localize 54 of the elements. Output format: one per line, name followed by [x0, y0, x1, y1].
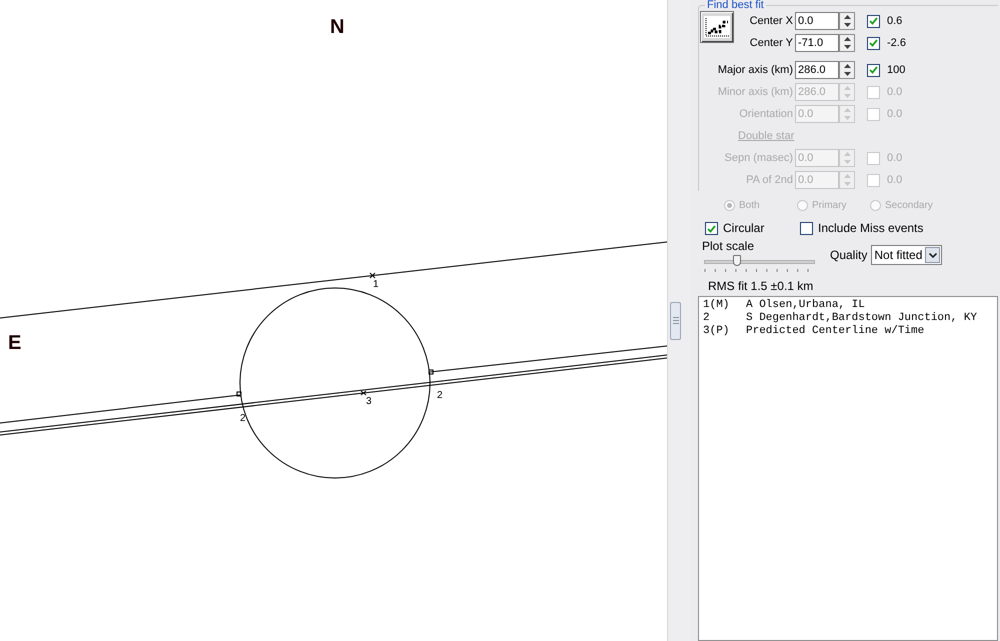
compass-label: N	[330, 16, 344, 38]
caret-icon	[928, 252, 937, 258]
delta-value: -2.6	[886, 37, 907, 49]
chart-icon	[704, 16, 730, 38]
list-item[interactable]: A Olsen,Urbana, IL	[746, 299, 865, 312]
delta-value: 0.0	[886, 86, 904, 98]
checkbox[interactable]	[867, 36, 880, 50]
checkbox[interactable]	[867, 14, 880, 28]
rms-text: RMS fit 1.5 ±0.1 km	[708, 279, 814, 293]
field-label: Orientation	[738, 108, 794, 120]
spinner-icon[interactable]	[839, 34, 855, 52]
delta-value: 0.0	[886, 152, 904, 164]
field-label: Center Y	[748, 37, 794, 49]
checkbox-label[interactable]: Circular	[723, 221, 764, 236]
field-label: PA of 2nd	[745, 174, 794, 186]
group-title: Find best fit	[705, 0, 766, 11]
number-field[interactable]: 0.0	[795, 12, 839, 30]
spinner-icon[interactable]	[839, 12, 855, 30]
event-marker-icon	[236, 392, 242, 396]
chord-label: 3	[366, 396, 372, 407]
chord-label: 2	[240, 413, 246, 424]
delta-value: 0.0	[886, 174, 904, 186]
event-marker-icon	[370, 272, 376, 278]
slider-thumb[interactable]	[732, 255, 741, 266]
number-field[interactable]: 286.0	[795, 61, 839, 79]
field-label: Center X	[748, 15, 794, 27]
number-field[interactable]: -71.0	[795, 34, 839, 52]
checkbox[interactable]	[800, 222, 813, 235]
compass-label: E	[8, 332, 22, 354]
plot-scale-slider[interactable]	[702, 255, 817, 267]
field-label: Sepn (masec)	[724, 152, 794, 164]
field-label: Major axis (km)	[716, 64, 794, 76]
slider-label: Plot scale	[702, 239, 754, 253]
checkbox[interactable]	[867, 64, 880, 76]
list-item[interactable]: Predicted Centerline w/Time	[746, 325, 924, 338]
checkbox[interactable]	[705, 222, 718, 235]
event-marker-icon	[360, 390, 366, 396]
field-label: Minor axis (km)	[716, 86, 794, 98]
spinner-icon[interactable]	[839, 61, 855, 79]
list-item[interactable]: S Degenhardt,Bardstown Junction, KY	[746, 312, 978, 325]
quality-dropdown[interactable]: Not fitted	[871, 245, 942, 265]
list-index: 1(M)	[703, 299, 730, 312]
chord-label: 1	[373, 279, 379, 290]
chord-label: 2	[437, 390, 443, 401]
checkbox-label[interactable]: Include Miss events	[818, 221, 924, 236]
delta-value: 0.0	[886, 108, 904, 120]
fit-button[interactable]	[700, 11, 734, 43]
quality-label: Quality	[830, 248, 868, 262]
list-index: 2	[703, 312, 711, 325]
splitter-handle[interactable]	[670, 302, 681, 340]
event-marker-icon	[428, 370, 434, 374]
list-index: 3(P)	[703, 325, 730, 338]
delta-value: 0.6	[886, 15, 904, 27]
delta-value: 100	[886, 64, 906, 76]
